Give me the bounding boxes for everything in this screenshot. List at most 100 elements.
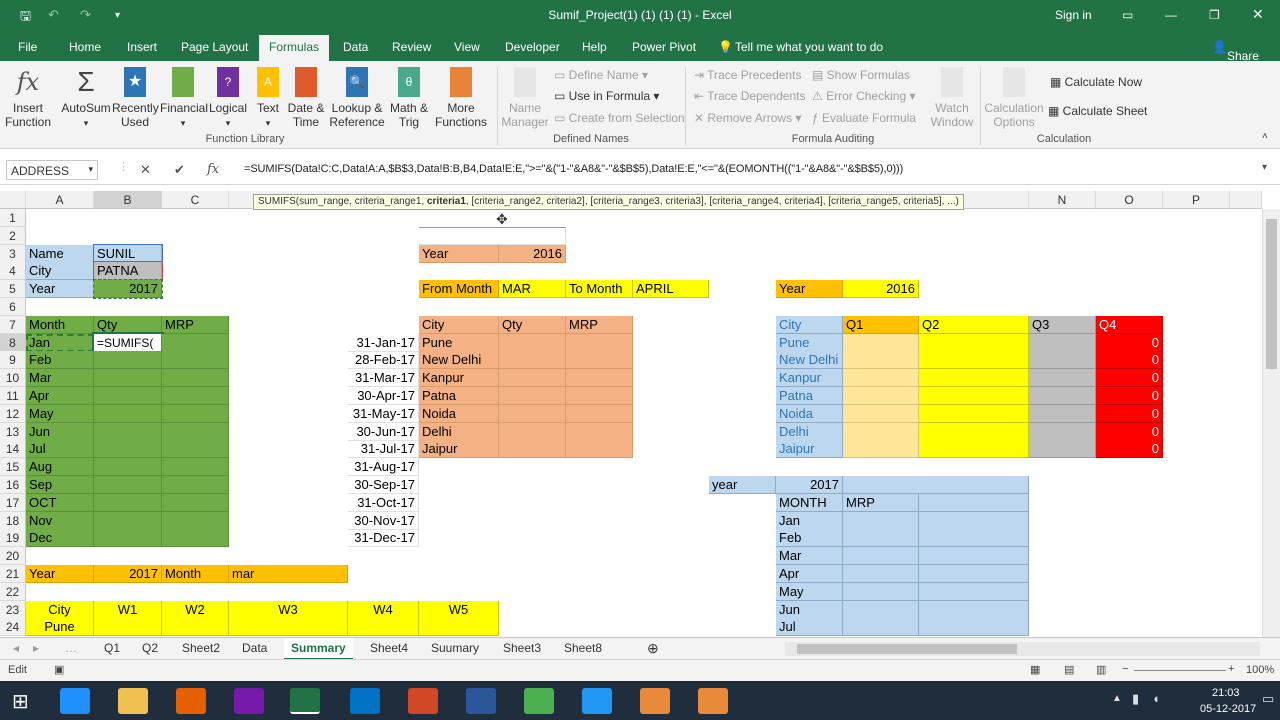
fill2-cell[interactable]	[919, 512, 1029, 530]
to-month-label[interactable]: To Month	[566, 280, 633, 298]
vertical-scrollbar[interactable]	[1262, 209, 1280, 637]
volume-icon[interactable]: ◖	[1152, 691, 1160, 706]
horizontal-scrollbar[interactable]	[785, 642, 1260, 656]
sheet-tab-suumary[interactable]: Suumary	[424, 638, 486, 660]
qty-cell[interactable]	[94, 440, 162, 458]
sheet-tab-q1[interactable]: Q1	[97, 638, 127, 660]
mid-qty-cell[interactable]	[499, 334, 566, 352]
month2-cell[interactable]: Apr	[776, 565, 843, 583]
right-year-label[interactable]: Year	[776, 280, 843, 298]
error-checking-button[interactable]: ⚠ Error Checking ▾	[812, 89, 915, 103]
mrp-header[interactable]: MRP	[162, 316, 229, 334]
column-header-b[interactable]: B	[94, 191, 162, 209]
mrp-cell[interactable]	[162, 529, 229, 547]
month-cell[interactable]: Dec	[26, 529, 94, 547]
formula-input[interactable]: =SUMIFS(Data!C:C,Data!A:A,$B$3,Data!B:B,…	[244, 163, 903, 175]
mid-mrp-cell[interactable]	[566, 440, 633, 458]
row-header[interactable]: 13	[0, 423, 26, 441]
week-value-cell[interactable]	[162, 618, 229, 636]
file-explorer-icon[interactable]	[118, 688, 148, 714]
q1-cell[interactable]	[843, 440, 919, 458]
scrollbar-thumb[interactable]	[1266, 219, 1277, 369]
recently-used-button[interactable]: ★ Recently Used	[112, 67, 159, 129]
enter-icon[interactable]: ✔	[174, 162, 185, 178]
month-cell[interactable]: Mar	[26, 369, 94, 387]
mrp-cell[interactable]	[162, 512, 229, 530]
date-cell[interactable]: 31-Jul-17	[348, 440, 419, 458]
q2-header[interactable]: Q2	[919, 316, 1029, 334]
mid-qty-header[interactable]: Qty	[499, 316, 566, 334]
qty-cell[interactable]: =SUMIFS(	[92, 332, 164, 354]
page-layout-view-icon[interactable]: ▤	[1064, 663, 1074, 676]
sheet-tab-sheet3[interactable]: Sheet3	[496, 638, 548, 660]
mrp-cell[interactable]	[162, 369, 229, 387]
q4-cell[interactable]: 0	[1096, 351, 1163, 369]
sign-in-link[interactable]: Sign in	[1055, 8, 1092, 22]
mrp2-cell[interactable]	[843, 512, 919, 530]
fill2[interactable]	[919, 494, 1029, 512]
q2-cell[interactable]	[919, 387, 1029, 405]
month2-cell[interactable]: Feb	[776, 529, 843, 547]
q1-cell[interactable]	[843, 405, 919, 423]
mrp2-cell[interactable]	[843, 601, 919, 619]
year2-label[interactable]: year	[709, 476, 776, 494]
mid-city-cell[interactable]: Noida	[419, 405, 499, 423]
qty-header[interactable]: Qty	[94, 316, 162, 334]
qty-cell[interactable]	[94, 423, 162, 441]
q3-cell[interactable]	[1029, 440, 1096, 458]
q1-cell[interactable]	[843, 387, 919, 405]
watch-window-button[interactable]: Watch Window	[928, 67, 976, 129]
tab-data[interactable]: Data	[343, 40, 368, 54]
insert-function-icon[interactable]: fx	[207, 162, 219, 177]
month2-cell[interactable]: Jan	[776, 512, 843, 530]
fill2-cell[interactable]	[919, 618, 1029, 636]
mrp2-cell[interactable]	[843, 547, 919, 565]
fill2-cell[interactable]	[919, 583, 1029, 601]
month-cell[interactable]: Jul	[26, 440, 94, 458]
mid-year-value[interactable]: 2016	[499, 245, 566, 263]
column-header-o[interactable]: O	[1096, 191, 1163, 209]
more-sheets-icon[interactable]: …	[58, 638, 84, 660]
right-city-cell[interactable]: Pune	[776, 334, 843, 352]
q1-cell[interactable]	[843, 369, 919, 387]
q3-cell[interactable]	[1029, 423, 1096, 441]
right-city-cell[interactable]: Delhi	[776, 423, 843, 441]
date-time-button[interactable]: Date & Time	[286, 67, 326, 129]
tell-me-box[interactable]: Tell me what you want to do	[735, 40, 883, 54]
month-cell[interactable]: Nov	[26, 512, 94, 530]
weeks-city-header[interactable]: City	[26, 601, 94, 619]
notifications-icon[interactable]: ▭	[1262, 691, 1274, 707]
q4-cell[interactable]: 0	[1096, 440, 1163, 458]
share-button[interactable]: 👤 Share	[1212, 40, 1259, 63]
mid-mrp-cell[interactable]	[566, 423, 633, 441]
month-cell[interactable]: Aug	[26, 458, 94, 476]
mid-qty-cell[interactable]	[499, 369, 566, 387]
q4-cell[interactable]: 0	[1096, 334, 1163, 352]
month-cell[interactable]: Jun	[26, 423, 94, 441]
week-city-cell[interactable]: Pune	[26, 618, 94, 636]
q2-cell[interactable]	[919, 440, 1029, 458]
mid-qty-cell[interactable]	[499, 351, 566, 369]
calculate-sheet-button[interactable]: ▦ Calculate Sheet	[1048, 104, 1147, 118]
week-header[interactable]: W1	[94, 601, 162, 619]
mid-city-cell[interactable]: Delhi	[419, 423, 499, 441]
mid-city-cell[interactable]: Jaipur	[419, 440, 499, 458]
new-sheet-icon[interactable]: ⊕	[640, 638, 666, 660]
sheet-tab-q2[interactable]: Q2	[135, 638, 165, 660]
sheet-tab-sheet2[interactable]: Sheet2	[175, 638, 227, 660]
row-header[interactable]: 18	[0, 512, 26, 530]
use-in-formula-button[interactable]: ▭ Use in Formula ▾	[554, 89, 659, 103]
qty-cell[interactable]	[94, 494, 162, 512]
column-header-c[interactable]: C	[162, 191, 229, 209]
page-break-view-icon[interactable]: ▥	[1096, 663, 1106, 676]
month2-cell[interactable]: May	[776, 583, 843, 601]
q1-cell[interactable]	[843, 423, 919, 441]
app-icon-2[interactable]	[698, 688, 728, 714]
right-city-cell[interactable]: Patna	[776, 387, 843, 405]
to-month-value[interactable]: APRIL	[633, 280, 709, 298]
column-header-a[interactable]: A	[26, 191, 94, 209]
financial-button[interactable]: Financial ▾	[160, 67, 208, 130]
row-header[interactable]: 9	[0, 351, 26, 369]
month2-header[interactable]: MONTH	[776, 494, 843, 512]
name-box[interactable]: ADDRESS ▾	[6, 160, 98, 180]
